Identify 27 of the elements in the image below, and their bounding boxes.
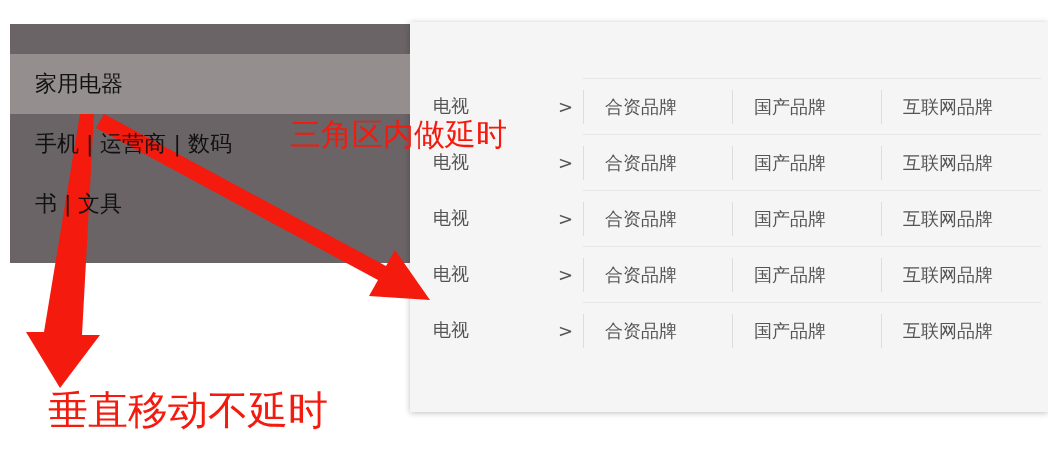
category-link[interactable]: 电视	[433, 318, 558, 342]
menu-item[interactable]: 家用电器	[10, 54, 410, 114]
chevron-icon: >	[558, 319, 583, 341]
brand-link[interactable]: 国产品牌	[732, 145, 881, 180]
brand-link[interactable]: 互联网品牌	[881, 89, 1030, 124]
category-link[interactable]: 电视	[433, 206, 558, 230]
brand-link[interactable]: 国产品牌	[732, 313, 881, 348]
brand-link[interactable]: 国产品牌	[732, 257, 881, 292]
chevron-icon: >	[558, 151, 583, 173]
category-link[interactable]: 电视	[433, 150, 558, 174]
brand-link[interactable]: 互联网品牌	[881, 313, 1030, 348]
brand-link[interactable]: 合资品牌	[583, 201, 732, 236]
brand-link[interactable]: 互联网品牌	[881, 145, 1030, 180]
annotation-text: 垂直移动不延时	[48, 386, 328, 435]
chevron-icon: >	[558, 263, 583, 285]
brand-link[interactable]: 合资品牌	[583, 145, 732, 180]
brand-link[interactable]: 互联网品牌	[881, 201, 1030, 236]
category-link[interactable]: 电视	[433, 94, 558, 118]
brand-link[interactable]: 合资品牌	[583, 257, 732, 292]
category-link[interactable]: 电视	[433, 262, 558, 286]
chevron-icon: >	[558, 207, 583, 229]
brand-link[interactable]: 合资品牌	[583, 89, 732, 124]
brand-link[interactable]: 合资品牌	[583, 313, 732, 348]
brand-link[interactable]: 国产品牌	[732, 89, 881, 124]
brand-link[interactable]: 互联网品牌	[881, 257, 1030, 292]
brand-link[interactable]: 国产品牌	[732, 201, 881, 236]
chevron-icon: >	[558, 95, 583, 117]
